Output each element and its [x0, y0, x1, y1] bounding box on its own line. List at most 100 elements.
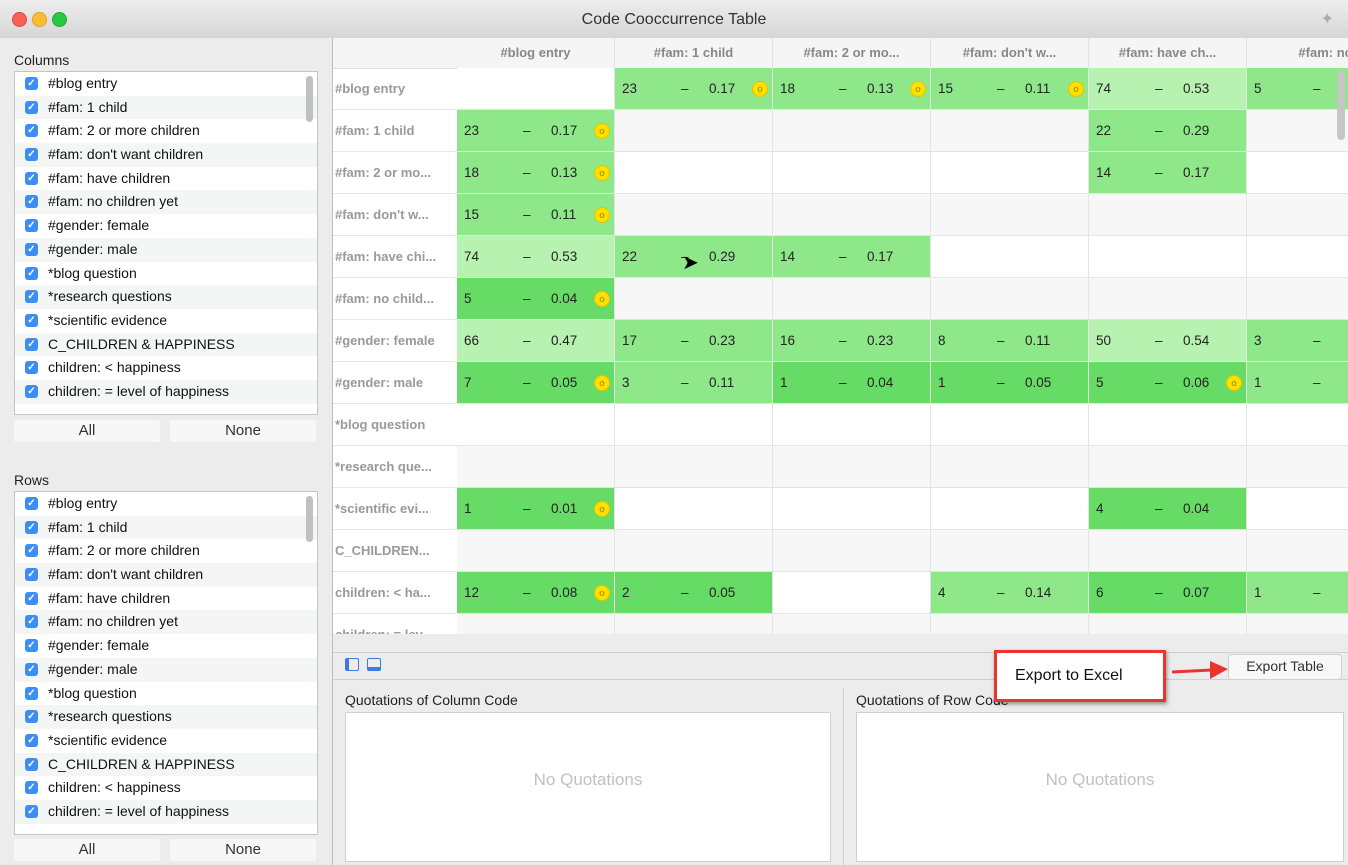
table-cell[interactable]: 6 – 0.07 — [1089, 572, 1247, 614]
table-cell[interactable] — [773, 110, 931, 152]
table-cell[interactable] — [931, 404, 1089, 446]
table-cell[interactable]: 5– — [1247, 68, 1348, 110]
list-item[interactable]: ✓ #blog entry — [15, 72, 317, 96]
list-item[interactable]: ✓ #fam: 1 child — [15, 95, 317, 120]
table-cell[interactable] — [1089, 614, 1247, 634]
list-item[interactable]: ✓ #fam: have children — [15, 167, 317, 191]
row-header[interactable]: #gender: male — [333, 362, 457, 404]
table-cell[interactable]: 15 – 0.11 o — [931, 68, 1089, 110]
warning-icon[interactable]: o — [594, 375, 610, 391]
table-cell[interactable]: 1– — [1247, 362, 1348, 404]
warning-icon[interactable]: o — [1068, 81, 1084, 97]
table-cell[interactable]: 18 – 0.13 o — [773, 68, 931, 110]
list-item[interactable]: ✓ #gender: male — [15, 237, 317, 262]
table-cell[interactable]: 74 – 0.53 — [457, 236, 615, 278]
bottom-layout-icon[interactable] — [367, 658, 381, 671]
row-quotations-list[interactable]: No Quotations — [856, 712, 1344, 862]
table-cell[interactable] — [1089, 404, 1247, 446]
table-cell[interactable] — [931, 194, 1089, 236]
table-cell[interactable] — [773, 446, 931, 488]
warning-icon[interactable]: o — [594, 291, 610, 307]
checkbox[interactable]: ✓ — [25, 804, 38, 818]
table-cell[interactable] — [1089, 446, 1247, 488]
checkbox[interactable]: ✓ — [25, 639, 38, 653]
table-cell[interactable] — [1089, 530, 1247, 572]
table-cell[interactable]: 5 – 0.06 o — [1089, 362, 1247, 404]
checkbox[interactable]: ✓ — [25, 686, 38, 700]
table-cell[interactable]: 4 – 0.04 — [1089, 488, 1247, 530]
table-cell[interactable] — [615, 530, 773, 572]
table-cell[interactable] — [615, 446, 773, 488]
table-cell[interactable] — [1247, 446, 1348, 488]
table-cell[interactable] — [615, 110, 773, 152]
table-cell[interactable]: 3– — [1247, 320, 1348, 362]
table-cell[interactable]: 50 – 0.54 — [1089, 320, 1247, 362]
table-cell[interactable]: 23 – 0.17 o — [457, 110, 615, 152]
table-cell[interactable]: 66 – 0.47 — [457, 320, 615, 362]
table-cell[interactable] — [773, 614, 931, 634]
columns-none-button[interactable]: None — [170, 420, 316, 442]
table-cell[interactable] — [1247, 404, 1348, 446]
table-cell[interactable] — [773, 488, 931, 530]
table-cell[interactable] — [1089, 194, 1247, 236]
table-cell[interactable] — [773, 572, 931, 614]
checkbox[interactable]: ✓ — [25, 100, 38, 114]
table-cell[interactable] — [1089, 236, 1247, 278]
column-header[interactable]: #fam: don't w... — [931, 38, 1089, 68]
list-item[interactable]: ✓ C_CHILDREN & HAPPINESS — [15, 332, 317, 357]
table-cell[interactable]: 8 – 0.11 — [931, 320, 1089, 362]
table-cell[interactable] — [773, 194, 931, 236]
list-item[interactable]: ✓ children: < happiness — [15, 356, 317, 380]
table-cell[interactable] — [773, 530, 931, 572]
row-header[interactable]: *scientific evi... — [333, 488, 457, 530]
checkbox[interactable]: ✓ — [25, 171, 38, 185]
checkbox[interactable]: ✓ — [25, 497, 38, 510]
table-cell[interactable] — [615, 404, 773, 446]
columns-list[interactable]: ✓ #blog entry ✓ #fam: 1 child ✓ #fam: 2 or mo… — [14, 71, 318, 415]
row-header[interactable]: #fam: 2 or mo... — [333, 152, 457, 194]
row-header[interactable]: *blog question — [333, 404, 457, 446]
table-cell[interactable]: 14 – 0.17 — [1089, 152, 1247, 194]
pin-icon[interactable]: ✦ — [1321, 9, 1334, 29]
row-header[interactable]: #fam: don't w... — [333, 194, 457, 236]
list-item[interactable]: ✓ #fam: 2 or more children — [15, 119, 317, 143]
table-cell[interactable] — [1247, 278, 1348, 320]
list-item[interactable]: ✓ *scientific evidence — [15, 729, 317, 753]
rows-list[interactable]: ✓ #blog entry ✓ #fam: 1 child ✓ #fam: 2 or mo… — [14, 491, 318, 835]
table-cell[interactable] — [773, 404, 931, 446]
list-item[interactable]: ✓ *blog question — [15, 682, 317, 706]
table-cell[interactable] — [457, 530, 615, 572]
table-cell[interactable] — [931, 278, 1089, 320]
list-item[interactable]: ✓ #blog entry — [15, 492, 317, 516]
checkbox[interactable]: ✓ — [25, 384, 38, 398]
list-item[interactable]: ✓ *blog question — [15, 262, 317, 286]
checkbox[interactable]: ✓ — [25, 662, 38, 676]
row-header[interactable]: #fam: no child... — [333, 278, 457, 320]
checkbox[interactable]: ✓ — [25, 544, 38, 558]
table-cell[interactable]: 1 – 0.04 — [773, 362, 931, 404]
row-header[interactable]: #blog entry — [333, 68, 457, 110]
checkbox[interactable]: ✓ — [25, 781, 38, 795]
checkbox[interactable]: ✓ — [25, 124, 38, 138]
table-cell[interactable] — [615, 488, 773, 530]
list-item[interactable]: ✓ #gender: female — [15, 634, 317, 658]
checkbox[interactable]: ✓ — [25, 290, 38, 304]
row-header[interactable]: #fam: 1 child — [333, 110, 457, 152]
table-cell[interactable] — [931, 446, 1089, 488]
checkbox[interactable]: ✓ — [25, 148, 38, 162]
table-cell[interactable] — [1247, 488, 1348, 530]
warning-icon[interactable]: o — [1226, 375, 1242, 391]
list-item[interactable]: ✓ #gender: female — [15, 214, 317, 238]
row-header[interactable]: C_CHILDREN... — [333, 530, 457, 572]
list-item[interactable]: ✓ *research questions — [15, 285, 317, 309]
table-cell[interactable] — [457, 68, 615, 110]
column-quotations-list[interactable]: No Quotations — [345, 712, 831, 862]
table-cell[interactable]: 17 – 0.23 — [615, 320, 773, 362]
table-cell[interactable] — [615, 614, 773, 634]
list-item[interactable]: ✓ #fam: no children yet — [15, 610, 317, 635]
list-item[interactable]: ✓ C_CHILDREN & HAPPINESS — [15, 752, 317, 777]
warning-icon[interactable]: o — [594, 123, 610, 139]
table-cell[interactable] — [1247, 530, 1348, 572]
list-item[interactable]: ✓ children: < happiness — [15, 776, 317, 800]
columns-scrollbar[interactable] — [306, 76, 313, 122]
